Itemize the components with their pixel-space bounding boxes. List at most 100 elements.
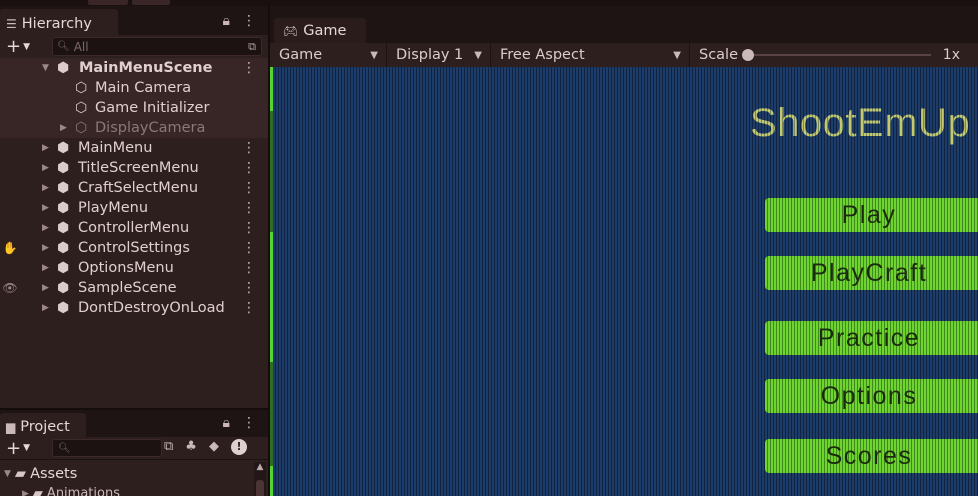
scrollbar-thumb[interactable] [256,480,264,496]
prefab-icon: ⬢ [57,160,70,176]
divider [0,459,268,460]
tab-game[interactable]: 🎮︎ Game [274,18,366,43]
tree-row[interactable]: ▶ ⬡ DisplayCamera [0,118,268,138]
more-options-icon[interactable]: ⋮ [242,200,256,216]
more-options-icon[interactable]: ⋮ [242,220,256,236]
tree-row-label: OptionsMenu [78,260,174,276]
prefab-icon: ⬢ [57,220,70,236]
unity-scene-icon: ⬢ [57,300,70,316]
aspect-dropdown[interactable]: Free Aspect ▼ [491,43,690,67]
more-options-icon[interactable]: ⋮ [242,240,256,256]
scale-slider[interactable] [742,49,931,61]
view-mode-dropdown[interactable]: Game ▼ [270,43,387,67]
expand-arrow-icon[interactable]: ▶ [42,143,49,153]
tab-hierarchy[interactable]: ☰ Hierarchy [0,9,118,35]
expand-arrow-icon[interactable]: ▶ [42,303,49,313]
expand-arrow-icon[interactable]: ▶ [42,223,49,233]
game-panel: 🎮︎ Game Game ▼ Display 1 ▼ Free Aspect ▼… [270,6,978,496]
visibility-hidden-icon[interactable]: 👁︎ [0,281,20,295]
tree-row[interactable]: ▶ ⬢ TitleScreenMenu ⋮ [0,158,268,178]
tree-row-scene[interactable]: ▼ ⬢ MainMenuScene ⋮ [0,58,268,78]
tree-row[interactable]: ⬡ Game Initializer [0,98,268,118]
unity-scene-icon: ⬢ [57,60,70,76]
more-options-icon[interactable]: ⋮ [242,13,256,29]
project-scrollbar[interactable]: ▲ [254,462,266,496]
game-viewport[interactable]: ShootEmUp Play PlayCraft Practice Option… [270,67,978,496]
expand-arrow-icon[interactable]: ▶ [42,183,49,193]
tree-row[interactable]: ▶ ⬢ OptionsMenu ⋮ [0,258,268,278]
folder-row-assets[interactable]: ▼ ▰ Assets [4,466,77,482]
expand-arrow-icon[interactable]: ▼ [42,63,49,73]
tree-row-label: DontDestroyOnLoad [78,300,225,316]
filter-by-type-icon[interactable]: ♣ [185,439,197,455]
more-options-icon[interactable]: ⋮ [242,415,256,431]
tree-row-label: Game Initializer [95,100,210,116]
scale-label: Scale [699,47,739,63]
aspect-value: Free Aspect [500,47,585,63]
expand-arrow-icon[interactable]: ▶ [42,263,49,273]
prefab-icon: ⬢ [57,240,70,256]
tree-row[interactable]: ▶ ⬢ MainMenu ⋮ [0,138,268,158]
display-dropdown[interactable]: Display 1 ▼ [387,43,491,67]
expand-arrow-icon[interactable]: ▶ [42,243,49,253]
tree-row[interactable]: 👁︎ ▶ ⬢ SampleScene ⋮ [0,278,268,298]
tree-row[interactable]: ✋ ▶ ⬢ ControlSettings ⋮ [0,238,268,258]
hierarchy-tabbar: ☰ Hierarchy 🔒︎ ⋮ [0,6,268,35]
hierarchy-search-field[interactable]: 🔍︎ All ⧉ [52,37,262,56]
more-options-icon[interactable]: ⋮ [242,180,256,196]
options-button[interactable]: Options [765,379,978,413]
more-options-icon[interactable]: ⋮ [242,160,256,176]
edge-highlight [270,67,273,111]
hierarchy-panel: ☰ Hierarchy 🔒︎ ⋮ + ▼ 🔍︎ All ⧉ ▼ ⬢ MainMen… [0,6,268,408]
folder-row-animations[interactable]: ▶ ▰ Animations [22,486,120,496]
play-button[interactable]: Play [765,198,978,232]
filter-by-label-icon[interactable]: ◆ [209,439,219,455]
pickability-off-icon[interactable]: ✋ [0,241,20,255]
project-panel: ▆ Project 🔒︎ ⋮ + ▼ 🔍︎ ⧉ ♣ ◆ ! ▼ ▰ Assets … [0,408,268,496]
tab-project[interactable]: ▆ Project [0,413,86,437]
tree-row[interactable]: ⬡ Main Camera [0,78,268,98]
scale-slider-track [744,54,931,56]
project-tabbar: ▆ Project 🔒︎ ⋮ [0,410,268,437]
chevron-down-icon: ▼ [673,49,681,61]
warning-icon[interactable]: ! [230,439,247,455]
tree-row-label: DisplayCamera [95,120,206,136]
tree-row-label: ControlSettings [78,240,190,256]
search-scope-icon[interactable]: ⧉ [164,439,173,455]
more-options-icon[interactable]: ⋮ [242,60,256,76]
scores-button[interactable]: Scores [765,439,978,473]
tree-row[interactable]: ▶ ⬢ DontDestroyOnLoad ⋮ [0,298,268,318]
more-options-icon[interactable]: ⋮ [242,140,256,156]
scale-slider-knob[interactable] [742,49,755,61]
create-button[interactable]: + ▼ [6,36,30,57]
scroll-up-icon[interactable]: ▲ [254,462,266,472]
expand-arrow-icon[interactable]: ▼ [4,469,11,479]
lock-icon[interactable]: 🔒︎ [223,13,230,29]
expand-arrow-icon[interactable]: ▶ [42,283,49,293]
project-search-field[interactable]: 🔍︎ [52,439,162,457]
playcraft-button[interactable]: PlayCraft [765,256,978,290]
tree-row[interactable]: ▶ ⬢ PlayMenu ⋮ [0,198,268,218]
tree-row-label: TitleScreenMenu [78,160,199,176]
project-tools: ⧉ ♣ ◆ ! [164,439,247,455]
lock-icon[interactable]: 🔒︎ [223,415,230,431]
scene-search-toggle-icon[interactable]: ⧉ [243,38,261,55]
expand-arrow-icon[interactable]: ▶ [42,163,49,173]
more-options-icon[interactable]: ⋮ [242,280,256,296]
folder-icon: ▰ [32,486,43,496]
more-options-icon[interactable]: ⋮ [242,300,256,316]
prefab-icon: ⬢ [57,200,70,216]
expand-arrow-icon[interactable]: ▶ [42,203,49,213]
tree-row[interactable]: ▶ ⬢ CraftSelectMenu ⋮ [0,178,268,198]
chevron-down-icon: ▼ [474,49,482,61]
prefab-icon: ⬢ [57,140,70,156]
view-mode-value: Game [279,47,323,63]
viewport-edge-bar [270,67,273,496]
expand-arrow-icon[interactable]: ▶ [22,489,29,496]
tab-game-label: Game [303,22,347,39]
more-options-icon[interactable]: ⋮ [242,260,256,276]
practice-button[interactable]: Practice [765,321,978,355]
tree-row[interactable]: ▶ ⬢ ControllerMenu ⋮ [0,218,268,238]
create-button[interactable]: + ▼ [6,438,30,459]
expand-arrow-icon[interactable]: ▶ [60,123,67,133]
